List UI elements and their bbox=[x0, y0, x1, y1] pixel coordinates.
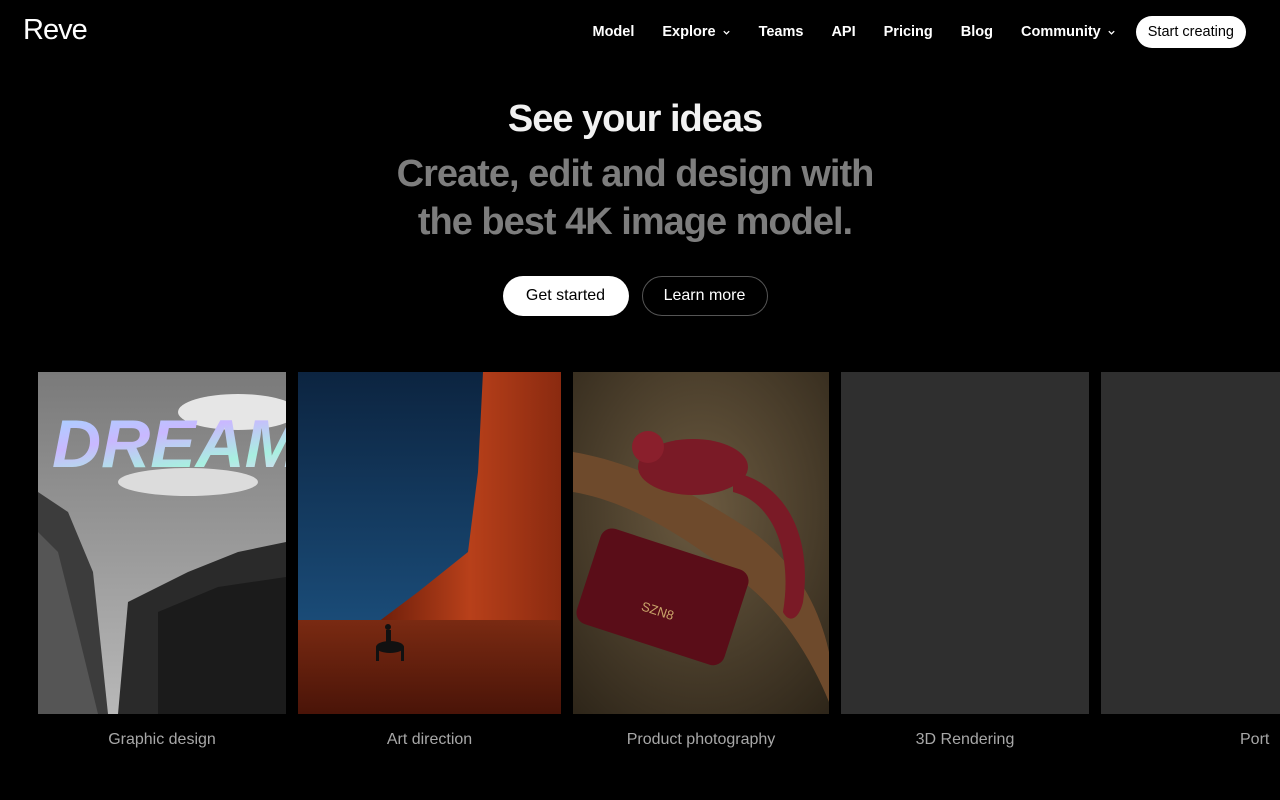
gallery-card-art-direction[interactable]: Art direction bbox=[298, 372, 561, 800]
site-header: Reve Model Explore Teams API Pricing Blo… bbox=[0, 0, 1280, 64]
gallery-card-graphic-design[interactable]: DREAM IN 4K Graphic design bbox=[38, 372, 286, 800]
gallery-card-3d-rendering[interactable]: 3D Rendering bbox=[841, 372, 1089, 800]
nav-api[interactable]: API bbox=[831, 24, 855, 40]
card-fade bbox=[573, 714, 829, 800]
card-label-graphic-design: Graphic design bbox=[108, 731, 216, 748]
hero-subtitle: Create, edit and design with the best 4K… bbox=[0, 150, 1270, 246]
gallery-card-product-photography[interactable]: SZN8 Product photography bbox=[573, 372, 829, 800]
art-direction-image bbox=[298, 372, 561, 714]
learn-more-button[interactable]: Learn more bbox=[641, 276, 768, 316]
gallery-card-portrait[interactable]: Port bbox=[1101, 372, 1280, 800]
nav-blog[interactable]: Blog bbox=[961, 24, 993, 40]
chevron-down-icon bbox=[1108, 30, 1115, 35]
hero-subtitle-line2: the best 4K image model. bbox=[417, 201, 853, 243]
start-creating-button[interactable]: Start creating bbox=[1135, 16, 1246, 48]
graphic-design-image-text: DREAM IN 4K bbox=[52, 406, 286, 482]
card-label-3d-rendering: 3D Rendering bbox=[915, 731, 1015, 748]
nav-community[interactable]: Community bbox=[1021, 24, 1116, 40]
card-fade bbox=[298, 714, 561, 800]
card-label-product-photography: Product photography bbox=[626, 731, 776, 748]
nav-model[interactable]: Model bbox=[593, 24, 635, 40]
portrait-placeholder bbox=[1101, 372, 1280, 714]
card-fade bbox=[841, 714, 1089, 800]
3d-rendering-placeholder bbox=[841, 372, 1089, 714]
hero-cta-row: Get started Learn more bbox=[0, 276, 1270, 316]
hero-subtitle-line1: Create, edit and design with bbox=[396, 153, 875, 195]
nav-explore[interactable]: Explore bbox=[662, 24, 730, 40]
card-label-art-direction: Art direction bbox=[386, 731, 473, 748]
nav-pricing[interactable]: Pricing bbox=[884, 24, 933, 40]
card-fade bbox=[1101, 714, 1280, 800]
reve-logo[interactable]: Reve bbox=[23, 14, 88, 47]
get-started-button[interactable]: Get started bbox=[502, 276, 629, 316]
chevron-down-icon bbox=[722, 30, 730, 35]
product-photography-image: SZN8 bbox=[573, 372, 829, 714]
hero-title: See your ideas bbox=[507, 98, 763, 140]
card-label-portrait: Port bbox=[1240, 731, 1270, 748]
graphic-design-image: DREAM IN 4K bbox=[38, 372, 286, 714]
main-nav: Model Explore Teams API Pricing Blog Com… bbox=[593, 16, 1246, 48]
nav-teams[interactable]: Teams bbox=[759, 24, 804, 40]
card-fade bbox=[38, 714, 286, 800]
